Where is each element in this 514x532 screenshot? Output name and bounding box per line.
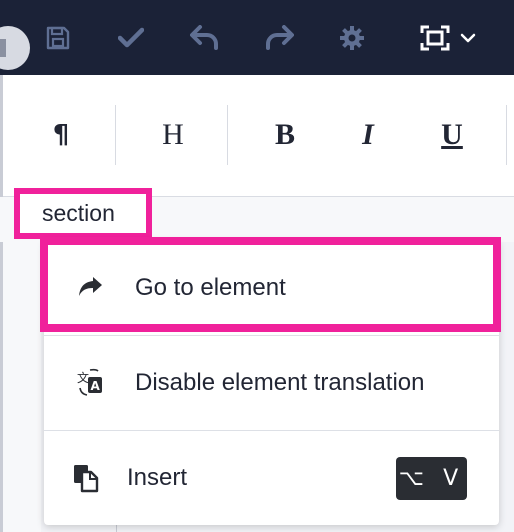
redo-icon[interactable]	[259, 18, 299, 58]
menu-item-disable-translation[interactable]: 文 A Disable element translation	[44, 336, 499, 430]
fullscreen-icon	[420, 25, 450, 51]
check-icon[interactable]	[111, 18, 151, 58]
save-icon[interactable]	[38, 18, 78, 58]
bold-button[interactable]: B	[260, 115, 310, 155]
undo-icon[interactable]	[185, 18, 225, 58]
menu-item-insert[interactable]: Insert ⌥ V	[44, 431, 499, 525]
chevron-down-icon	[460, 33, 476, 43]
canvas-margin	[3, 242, 41, 532]
italic-button[interactable]: I	[343, 115, 393, 155]
toolbar-divider	[227, 105, 228, 165]
paragraph-button[interactable]: ¶	[36, 115, 86, 155]
svg-text:A: A	[91, 379, 101, 393]
menu-item-label: Disable element translation	[135, 369, 425, 396]
top-toolbar	[0, 0, 514, 75]
fullscreen-dropdown-button[interactable]	[413, 18, 483, 58]
translate-icon: 文 A	[74, 367, 106, 399]
menu-item-label: Go to element	[135, 273, 286, 301]
redo-arrow-icon	[74, 271, 106, 303]
breadcrumb-element[interactable]: section	[14, 188, 152, 239]
menu-item-go-to-element[interactable]: Go to element	[44, 240, 499, 335]
insert-icon	[70, 462, 102, 494]
context-menu: Go to element 文 A Disable element transl…	[44, 240, 499, 525]
heading-button[interactable]: H	[148, 115, 198, 155]
menu-item-label: Insert	[127, 464, 188, 491]
sidebar-toggle-tab[interactable]	[0, 26, 30, 70]
keyboard-shortcut-badge: ⌥ V	[396, 456, 467, 500]
gear-icon[interactable]	[332, 18, 372, 58]
toolbar-divider	[115, 105, 116, 165]
underline-button[interactable]: U	[427, 115, 477, 155]
toolbar-divider	[506, 105, 507, 165]
svg-text:文: 文	[77, 370, 89, 385]
